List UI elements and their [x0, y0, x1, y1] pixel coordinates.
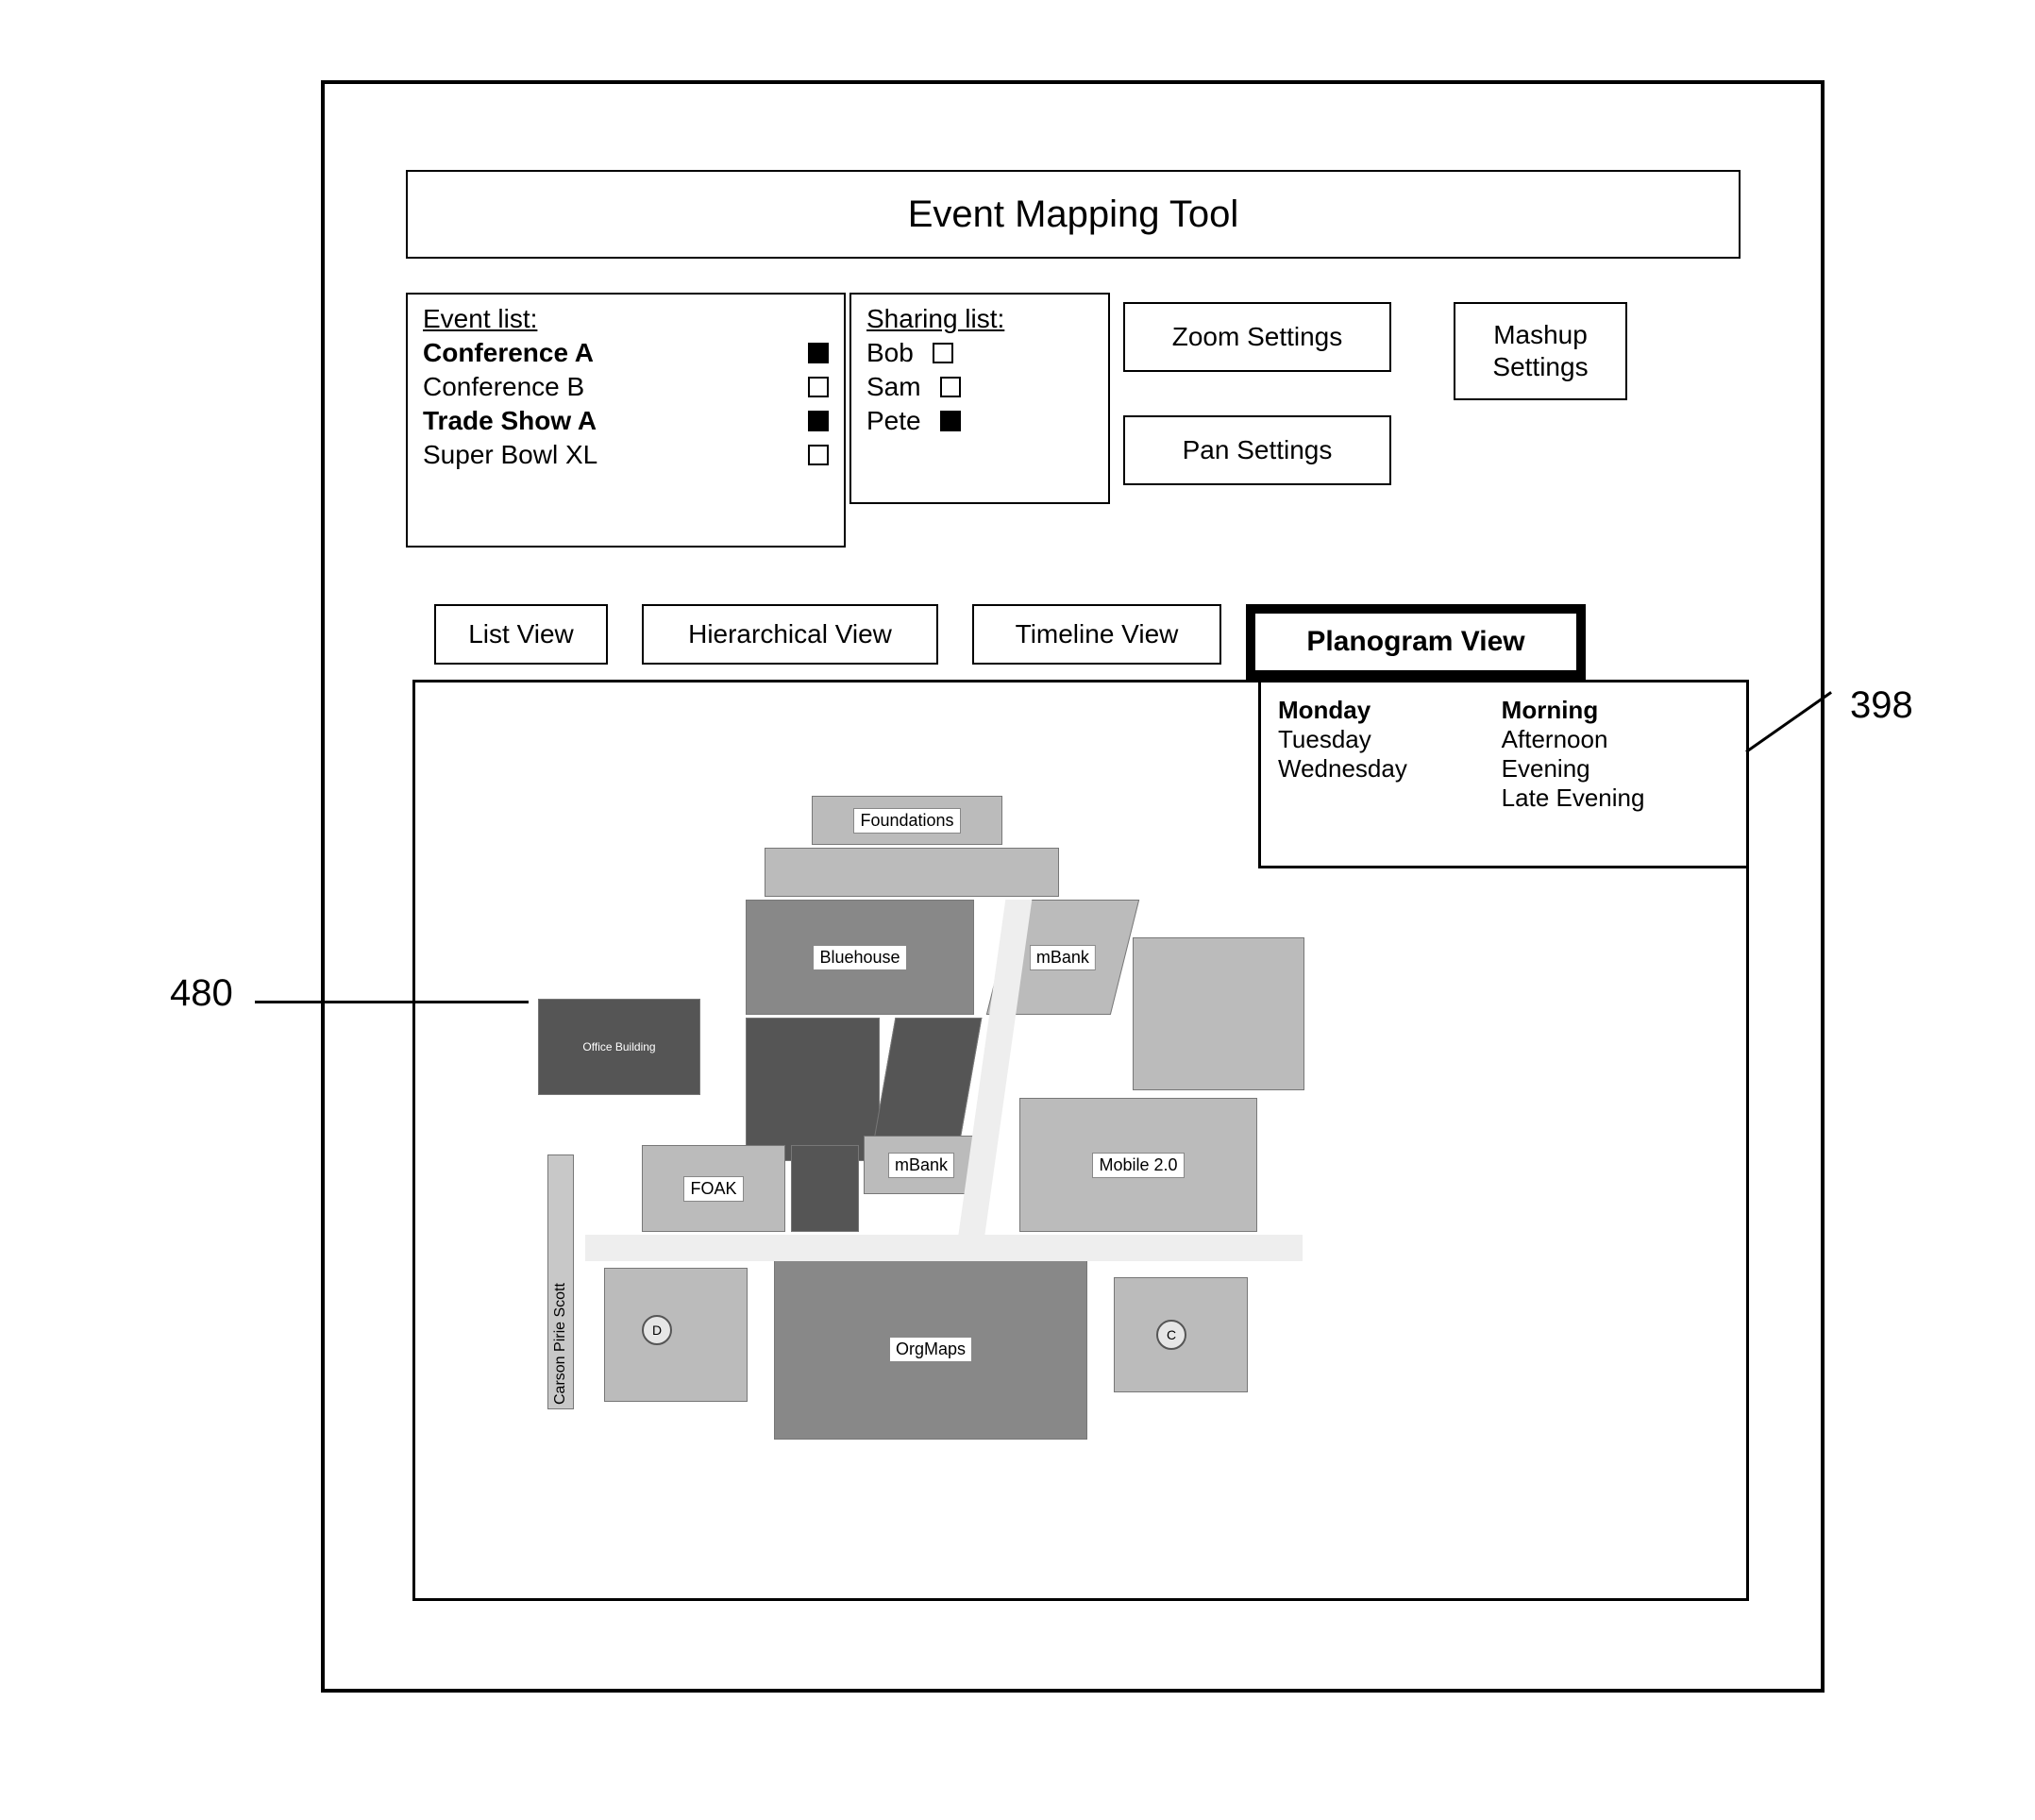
time-option[interactable]: Morning: [1502, 696, 1718, 725]
time-option[interactable]: Afternoon: [1502, 725, 1718, 754]
checkbox-icon[interactable]: [933, 343, 953, 363]
day-time-filter: Monday Tuesday Wednesday Morning Afterno…: [1258, 680, 1749, 868]
share-label: Sam: [866, 372, 921, 402]
tab-label: Hierarchical View: [688, 619, 892, 649]
marker-label: D: [652, 1323, 662, 1338]
button-label: Pan Settings: [1183, 435, 1333, 465]
event-item[interactable]: Conference B: [423, 372, 829, 402]
room-label: mBank: [888, 1153, 954, 1178]
sharing-list-panel: Sharing list: Bob Sam Pete: [849, 293, 1110, 504]
room-block-right[interactable]: [1133, 937, 1304, 1090]
room-bluehouse[interactable]: Bluehouse: [746, 900, 974, 1015]
room-bottom-left[interactable]: [604, 1268, 748, 1402]
room-dark-small[interactable]: [791, 1145, 859, 1232]
checkbox-icon[interactable]: [808, 377, 829, 397]
tab-planogram-view[interactable]: Planogram View: [1246, 604, 1586, 680]
button-label: Mashup Settings: [1455, 319, 1625, 382]
room-label: OrgMaps: [889, 1337, 972, 1362]
tab-label: List View: [468, 619, 574, 649]
room-carson[interactable]: Carson Pirie Scott: [547, 1154, 574, 1409]
time-option[interactable]: Late Evening: [1502, 784, 1718, 813]
button-label: Zoom Settings: [1172, 322, 1343, 352]
room-office-building[interactable]: Office Building: [538, 999, 700, 1095]
room-orgmaps[interactable]: OrgMaps: [774, 1258, 1087, 1440]
share-label: Bob: [866, 338, 914, 368]
app-title-text: Event Mapping Tool: [908, 194, 1239, 236]
tab-timeline-view[interactable]: Timeline View: [972, 604, 1221, 665]
share-item[interactable]: Pete: [866, 406, 1093, 436]
room-foundations[interactable]: Foundations: [812, 796, 1002, 845]
room-label: Mobile 2.0: [1092, 1153, 1184, 1178]
event-item[interactable]: Trade Show A: [423, 406, 829, 436]
marker-label: C: [1167, 1327, 1176, 1342]
day-option[interactable]: Monday: [1278, 696, 1494, 725]
checkbox-icon[interactable]: [808, 445, 829, 465]
checkbox-icon[interactable]: [940, 411, 961, 431]
planogram-canvas[interactable]: Monday Tuesday Wednesday Morning Afterno…: [412, 680, 1749, 1601]
tab-label: Planogram View: [1306, 626, 1524, 658]
sharing-list-heading: Sharing list:: [866, 304, 1093, 334]
tab-hierarchical-view[interactable]: Hierarchical View: [642, 604, 938, 665]
room-block[interactable]: [765, 848, 1059, 897]
event-list-heading: Event list:: [423, 304, 829, 334]
event-label: Conference B: [423, 372, 789, 402]
room-label: FOAK: [683, 1176, 743, 1202]
event-label: Conference A: [423, 338, 789, 368]
marker-d[interactable]: D: [642, 1315, 672, 1345]
day-option[interactable]: Tuesday: [1278, 725, 1494, 754]
room-label: Office Building: [582, 1040, 655, 1053]
event-label: Super Bowl XL: [423, 440, 789, 470]
zoom-settings-button[interactable]: Zoom Settings: [1123, 302, 1391, 372]
floorplan-map[interactable]: Foundations Bluehouse mBank Office Build…: [529, 796, 1303, 1494]
room-foak[interactable]: FOAK: [642, 1145, 785, 1232]
app-title: Event Mapping Tool: [406, 170, 1741, 259]
callout-398: 398: [1850, 684, 1913, 727]
share-item[interactable]: Sam: [866, 372, 1093, 402]
tab-list-view[interactable]: List View: [434, 604, 608, 665]
room-mbank-mid[interactable]: mBank: [864, 1136, 979, 1194]
checkbox-icon[interactable]: [808, 411, 829, 431]
event-item[interactable]: Super Bowl XL: [423, 440, 829, 470]
callout-480-leader: [255, 1001, 529, 1003]
marker-c[interactable]: C: [1156, 1320, 1186, 1350]
share-label: Pete: [866, 406, 921, 436]
time-option[interactable]: Evening: [1502, 754, 1718, 784]
room-label: Bluehouse: [813, 945, 906, 970]
event-item[interactable]: Conference A: [423, 338, 829, 368]
checkbox-icon[interactable]: [808, 343, 829, 363]
day-option[interactable]: Wednesday: [1278, 754, 1494, 784]
tab-label: Timeline View: [1016, 619, 1179, 649]
mashup-settings-button[interactable]: Mashup Settings: [1454, 302, 1627, 400]
checkbox-icon[interactable]: [940, 377, 961, 397]
event-list-panel: Event list: Conference A Conference B Tr…: [406, 293, 846, 548]
room-label: Foundations: [853, 808, 960, 834]
room-label: Carson Pirie Scott: [552, 1283, 568, 1405]
room-label: mBank: [1030, 945, 1096, 970]
room-dark-left[interactable]: [746, 1018, 880, 1161]
pan-settings-button[interactable]: Pan Settings: [1123, 415, 1391, 485]
room-mobile20[interactable]: Mobile 2.0: [1019, 1098, 1257, 1232]
share-item[interactable]: Bob: [866, 338, 1093, 368]
callout-480: 480: [170, 972, 233, 1015]
corridor-horizontal: [585, 1235, 1303, 1261]
event-label: Trade Show A: [423, 406, 789, 436]
